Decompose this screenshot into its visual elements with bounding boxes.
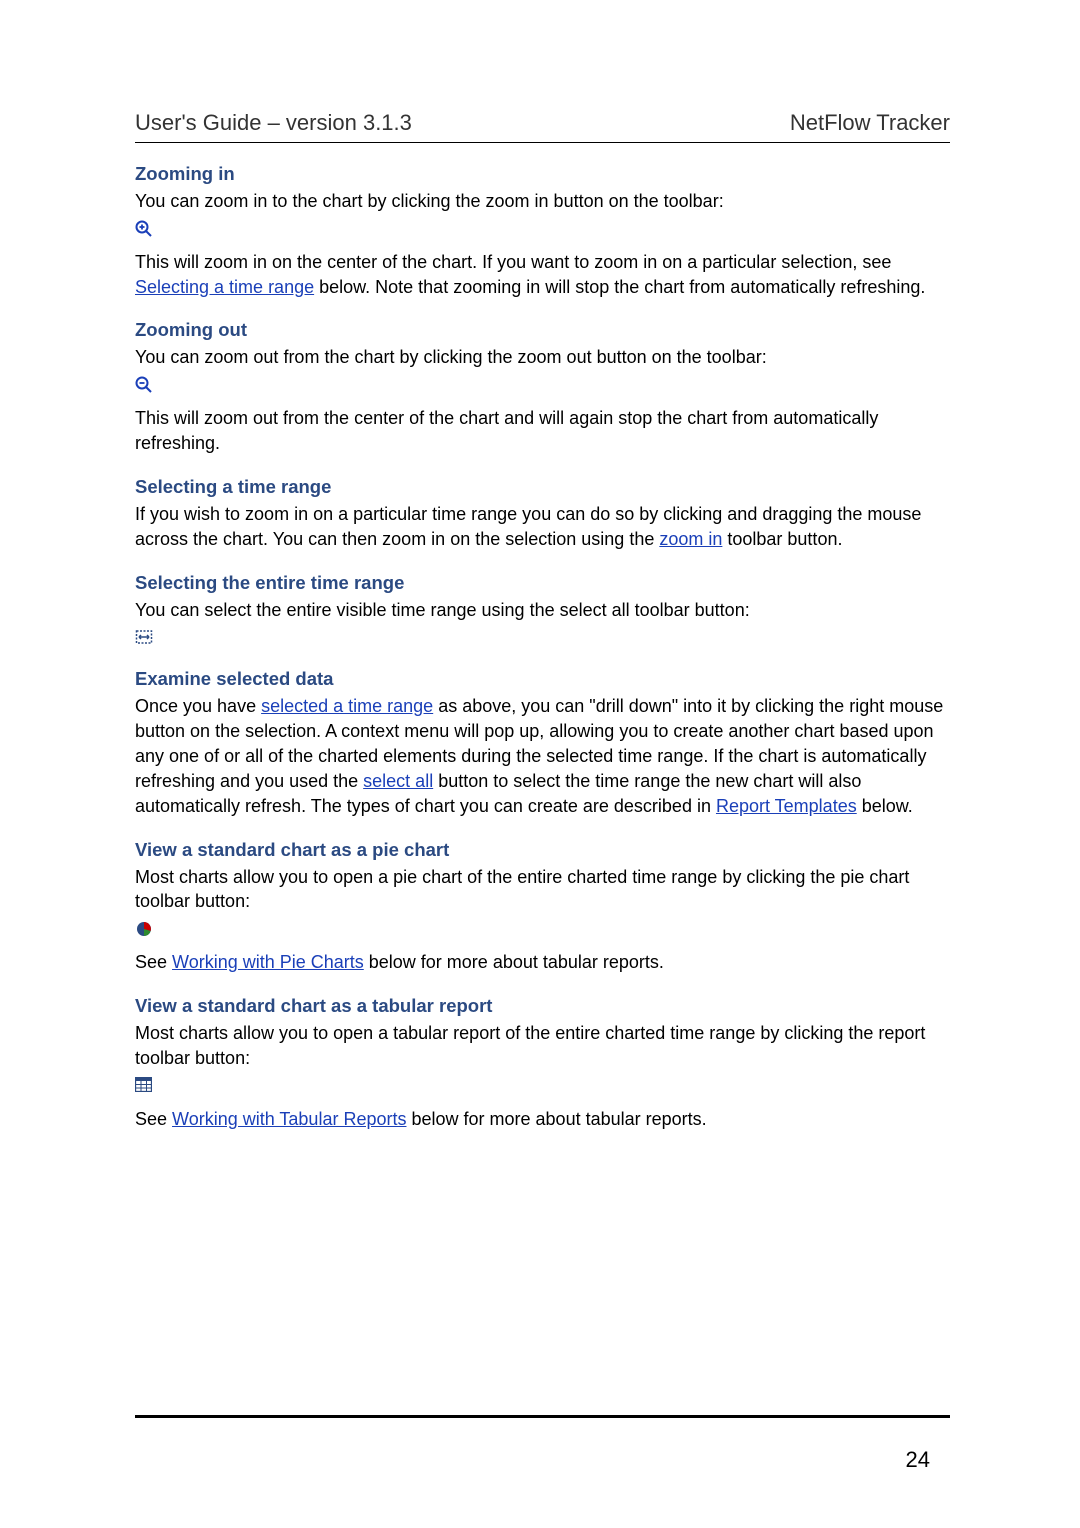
heading-tabular: View a standard chart as a tabular repor… <box>135 995 950 1017</box>
text-pie-2: See Working with Pie Charts below for mo… <box>135 950 950 975</box>
report-icon <box>135 1077 152 1097</box>
footer-rule <box>135 1415 950 1418</box>
text-zoom-out-2: This will zoom out from the center of th… <box>135 406 950 456</box>
link-selected-time-range[interactable]: selected a time range <box>261 696 433 716</box>
header-left: User's Guide – version 3.1.3 <box>135 110 412 136</box>
text-pie-1: Most charts allow you to open a pie char… <box>135 865 950 915</box>
link-report-templates[interactable]: Report Templates <box>716 796 857 816</box>
page-header: User's Guide – version 3.1.3 NetFlow Tra… <box>135 110 950 143</box>
document-page: User's Guide – version 3.1.3 NetFlow Tra… <box>0 0 1080 1528</box>
link-zoom-in[interactable]: zoom in <box>659 529 722 549</box>
pie-chart-icon <box>135 920 153 943</box>
text-select-range: If you wish to zoom in on a particular t… <box>135 502 950 552</box>
heading-pie: View a standard chart as a pie chart <box>135 839 950 861</box>
heading-zoom-in: Zooming in <box>135 163 950 185</box>
zoom-in-icon-row <box>135 220 950 240</box>
heading-zoom-out: Zooming out <box>135 319 950 341</box>
zoom-out-icon <box>135 376 153 399</box>
zoom-out-icon-row <box>135 376 950 396</box>
text-zoom-in-1: You can zoom in to the chart by clicking… <box>135 189 950 214</box>
page-number: 24 <box>906 1447 930 1473</box>
link-working-tabular-reports[interactable]: Working with Tabular Reports <box>172 1109 406 1129</box>
select-all-icon-row <box>135 628 950 648</box>
text-zoom-in-2: This will zoom in on the center of the c… <box>135 250 950 300</box>
pie-icon-row <box>135 920 950 940</box>
heading-select-entire: Selecting the entire time range <box>135 572 950 594</box>
report-icon-row <box>135 1077 950 1097</box>
zoom-in-icon <box>135 220 153 243</box>
header-right: NetFlow Tracker <box>790 110 950 136</box>
text-select-entire: You can select the entire visible time r… <box>135 598 950 623</box>
heading-select-range: Selecting a time range <box>135 476 950 498</box>
text-zoom-out-1: You can zoom out from the chart by click… <box>135 345 950 370</box>
text-examine: Once you have selected a time range as a… <box>135 694 950 818</box>
link-select-all[interactable]: select all <box>363 771 433 791</box>
text-tabular-1: Most charts allow you to open a tabular … <box>135 1021 950 1071</box>
link-selecting-time-range[interactable]: Selecting a time range <box>135 277 314 297</box>
heading-examine: Examine selected data <box>135 668 950 690</box>
text-tabular-2: See Working with Tabular Reports below f… <box>135 1107 950 1132</box>
select-all-icon <box>135 628 153 651</box>
link-working-pie-charts[interactable]: Working with Pie Charts <box>172 952 364 972</box>
